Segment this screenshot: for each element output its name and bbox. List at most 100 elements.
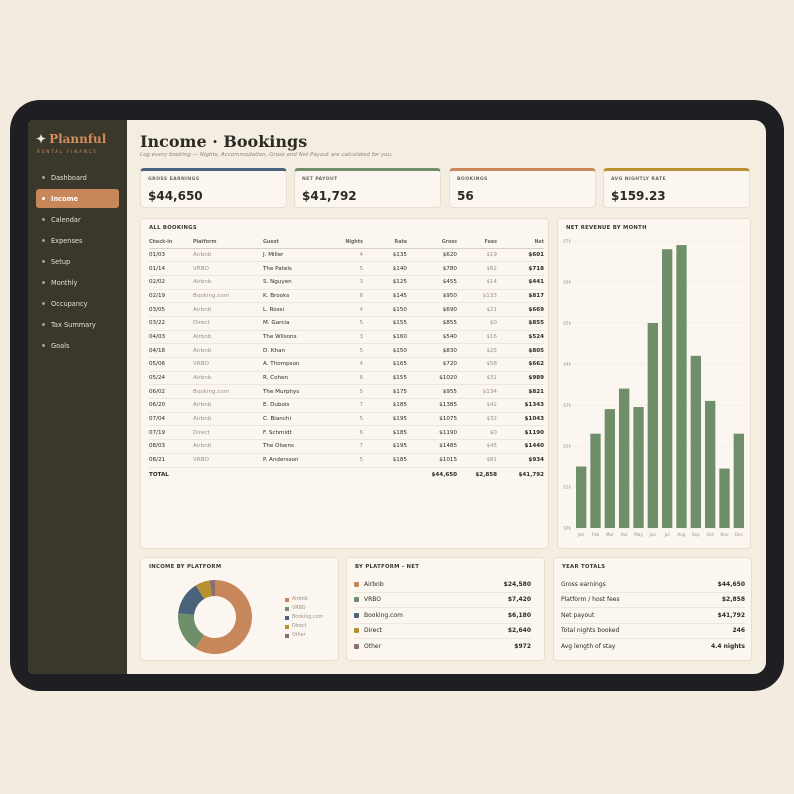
table-row[interactable]: 01/03 Airbnb J. Miller 4 $135 $620 $19 $601 (149, 248, 544, 263)
year-totals-list: Gross earnings $44,650 Platform / host fee… (561, 577, 745, 655)
total-value: $2,858 (721, 596, 745, 604)
by-platform-card: BY PLATFORM - NET Airbnb $24,580 VRBO $7,42… (346, 557, 545, 661)
nav-item-setup[interactable]: Setup (36, 252, 119, 271)
table-cell: $134 (457, 384, 497, 400)
brand-name: Plannful (49, 132, 107, 146)
column-header[interactable]: Gross (407, 238, 457, 249)
table-cell: $1343 (497, 398, 544, 413)
bar-mar[interactable] (604, 409, 615, 528)
nav-item-tax-summary[interactable]: Tax Summary (36, 315, 119, 334)
column-header[interactable]: Rate (363, 238, 407, 249)
table-row[interactable]: 06/20 Airbnb E. Dubois 7 $185 $1385 $42 $1343 (149, 398, 544, 413)
table-row[interactable]: 05/06 VRBO A. Thompson 4 $165 $720 $58 $662 (149, 357, 544, 372)
nav-item-monthly[interactable]: Monthly (36, 273, 119, 292)
table-cell: R. Cohen (263, 371, 325, 386)
table-row[interactable]: 05/24 Airbnb R. Cohen 6 $155 $1020 $31 $989 (149, 371, 544, 386)
bar-sep[interactable] (690, 355, 701, 528)
table-cell: $540 (407, 330, 457, 345)
table-cell: 3 (325, 330, 363, 345)
table-cell: 08/21 (149, 453, 193, 468)
table-cell: D. Khan (263, 343, 325, 358)
table-cell: $150 (363, 343, 407, 358)
table-cell: $175 (363, 384, 407, 400)
bar-oct[interactable] (705, 400, 716, 528)
table-cell: $955 (407, 384, 457, 400)
bar-may[interactable] (633, 407, 644, 528)
table-cell: $817 (497, 289, 544, 304)
table-cell: $133 (457, 289, 497, 304)
platform-swatch (354, 597, 359, 603)
table-cell: 08/03 (149, 439, 193, 454)
table-cell: $720 (407, 357, 457, 372)
table-cell: S. Nguyen (263, 275, 325, 290)
table-cell: $21 (457, 302, 497, 317)
table-row[interactable]: 02/19 Booking.com K. Brooks 6 $145 $950 $133 $8… (149, 289, 544, 304)
bar-jul[interactable] (662, 249, 673, 528)
table-cell: 4 (325, 302, 363, 317)
table-row[interactable]: 07/04 Airbnb C. Bianchi 5 $195 $1075 $32 $1043 (149, 412, 544, 427)
table-row[interactable]: 02/02 Airbnb S. Nguyen 3 $125 $455 $14 $441 (149, 275, 544, 290)
table-cell: 03/05 (149, 302, 193, 317)
table-cell: Airbnb (193, 439, 263, 454)
table-cell: Booking.com (193, 289, 263, 304)
table-row[interactable]: 07/19 Direct F. Schmidt 6 $185 $1190 $0 $1190 (149, 425, 544, 441)
table-row[interactable]: 08/21 VRBO P. Andersson 5 $185 $1015 $81 $934 (149, 453, 544, 468)
table-cell: $601 (497, 248, 544, 263)
x-tick-label: Apr (621, 532, 629, 537)
nav-item-expenses[interactable]: Expenses (36, 231, 119, 250)
table-row[interactable]: 04/03 Airbnb The Wilsons 3 $160 $540 $16 $524 (149, 330, 544, 345)
total-value: $44,650 (717, 580, 745, 588)
table-cell: 02/02 (149, 275, 193, 290)
column-header[interactable]: Fees (457, 238, 497, 249)
column-header[interactable]: Net (497, 238, 544, 249)
bar-nov[interactable] (719, 468, 730, 528)
table-row[interactable]: 01/14 VRBO The Patels 5 $140 $780 $62 $718 (149, 261, 544, 276)
column-header[interactable]: Check-in (149, 238, 193, 249)
donut-slice-booking-com[interactable] (178, 585, 205, 616)
column-header[interactable]: Nights (325, 238, 363, 249)
table-cell: $805 (497, 343, 544, 358)
bar-aug[interactable] (676, 245, 687, 528)
bar-feb[interactable] (590, 433, 601, 528)
table-cell: $81 (457, 453, 497, 468)
legend-swatch (285, 606, 289, 611)
table-cell: 04/03 (149, 330, 193, 345)
list-item: Airbnb $24,580 (354, 577, 531, 593)
table-row[interactable]: 06/02 Booking.com The Murphys 5 $175 $955 $134… (149, 384, 544, 400)
nav-item-dashboard[interactable]: Dashboard (36, 168, 119, 187)
table-cell: $14 (457, 275, 497, 290)
bar-apr[interactable] (619, 388, 630, 528)
table-cell: $160 (363, 330, 407, 345)
platform-value: $7,420 (507, 596, 531, 604)
main-content: Income · Bookings Log every booking — Ni… (127, 120, 766, 674)
x-tick-label: Dec (735, 532, 744, 537)
table-row[interactable]: 08/03 Airbnb The Olsens 7 $195 $1485 $45 $1440 (149, 439, 544, 454)
bar-jun[interactable] (647, 323, 658, 528)
kpi-value: $44,650 (148, 189, 203, 203)
x-tick-label: Jan (577, 532, 585, 537)
nav-item-occupancy[interactable]: Occupancy (36, 294, 119, 313)
legend-swatch (285, 624, 289, 629)
table-cell: $524 (497, 330, 544, 345)
legend-item: Booking.com (285, 613, 323, 622)
nav-item-calendar[interactable]: Calendar (36, 210, 119, 229)
bar-dec[interactable] (733, 433, 744, 528)
legend-item: VRBO (285, 604, 323, 613)
table-row[interactable]: 04/18 Airbnb D. Khan 5 $150 $830 $25 $805 (149, 343, 544, 358)
table-cell: $1190 (497, 425, 544, 441)
table-cell: Airbnb (193, 248, 263, 263)
sidebar: ✦ Plannful RENTAL FINANCE Dashboard Incom… (28, 120, 127, 674)
table-row[interactable]: 03/05 Airbnb L. Rossi 4 $150 $690 $21 $669 (149, 302, 544, 317)
table-cell: 6 (325, 371, 363, 386)
donut-slice-vrbo[interactable] (178, 613, 205, 649)
nav-item-label: Dashboard (51, 173, 87, 182)
nav-item-income[interactable]: Income (36, 189, 119, 208)
app-screen: ✦ Plannful RENTAL FINANCE Dashboard Incom… (28, 120, 766, 674)
nav-item-goals[interactable]: Goals (36, 336, 119, 355)
donut-slice-direct[interactable] (195, 580, 213, 600)
x-tick-label: Sep (692, 532, 700, 537)
table-row[interactable]: 03/22 Direct M. Garcia 5 $155 $855 $0 $855 (149, 316, 544, 331)
bar-jan[interactable] (576, 466, 587, 529)
column-header[interactable]: Guest (263, 238, 325, 249)
column-header[interactable]: Platform (193, 238, 263, 249)
